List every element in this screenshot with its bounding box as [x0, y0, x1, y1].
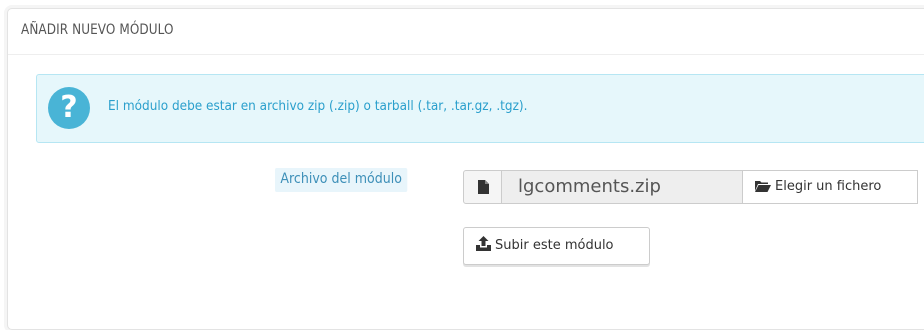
upload-icon — [476, 236, 491, 251]
panel-heading: AÑADIR NUEVO MÓDULO — [8, 9, 924, 55]
upload-module-button[interactable]: Subir este módulo — [463, 227, 650, 265]
module-file-label: Archivo del módulo — [275, 168, 408, 192]
info-alert: ? El módulo debe estar en archivo zip (.… — [36, 74, 924, 143]
add-module-panel: AÑADIR NUEVO MÓDULO ? El módulo debe est… — [7, 8, 924, 330]
file-addon — [463, 170, 502, 204]
file-icon — [478, 180, 489, 194]
panel-title: AÑADIR NUEVO MÓDULO — [21, 22, 174, 38]
folder-open-icon — [755, 181, 771, 192]
choose-file-button[interactable]: Elegir un fichero — [742, 170, 918, 204]
file-name-field[interactable]: lgcomments.zip — [502, 170, 742, 204]
upload-module-label: Subir este módulo — [495, 238, 614, 253]
alert-message: El módulo debe estar en archivo zip (.zi… — [108, 99, 528, 114]
question-circle-icon: ? — [48, 87, 90, 129]
file-input-group[interactable]: lgcomments.zip Elegir un fichero — [463, 170, 918, 204]
choose-file-label: Elegir un fichero — [775, 179, 882, 194]
